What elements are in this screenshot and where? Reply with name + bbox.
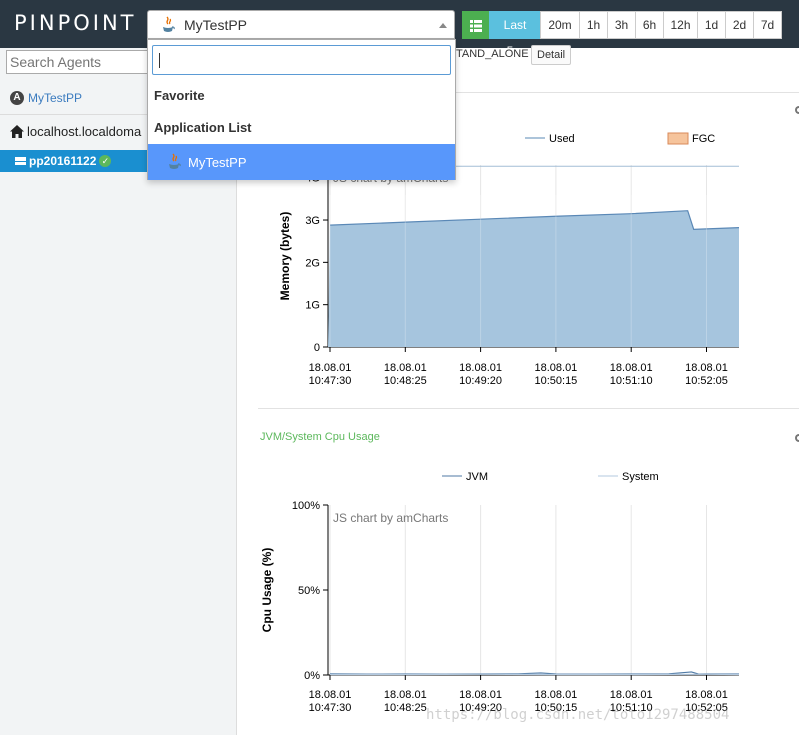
dropdown-option-label: MyTestPP xyxy=(188,154,247,170)
x-tick-label: 18.08.01 xyxy=(685,362,728,374)
chart-credit-text: JS chart by amCharts xyxy=(333,511,448,525)
watermark-text: https://blog.csdn.net/toto1297488504 xyxy=(426,707,730,723)
legend-label: Used xyxy=(549,133,575,145)
x-tick-label: 10:48:25 xyxy=(384,375,427,387)
x-tick-label: 10:47:30 xyxy=(309,702,352,714)
y-tick-label: 0 xyxy=(314,342,320,354)
x-tick-label: 18.08.01 xyxy=(610,689,653,701)
x-tick-label: 18.08.01 xyxy=(459,689,502,701)
application-dropdown: Favorite Application List MyTestPP xyxy=(147,39,456,180)
x-tick-label: 18.08.01 xyxy=(309,689,352,701)
x-tick-label: 18.08.01 xyxy=(534,362,577,374)
y-axis-title: Cpu Usage (%) xyxy=(260,548,274,633)
dropdown-option-mytestpp[interactable]: MyTestPP xyxy=(148,144,455,180)
dropdown-group-favorite: Favorite xyxy=(154,88,205,103)
series-used-area xyxy=(328,210,739,347)
y-tick-label: 50% xyxy=(298,585,320,597)
y-tick-label: 100% xyxy=(292,500,320,512)
dropdown-group-application-list: Application List xyxy=(154,120,252,135)
legend-swatch xyxy=(667,132,689,145)
x-tick-label: 10:48:25 xyxy=(384,702,427,714)
x-tick-label: 18.08.01 xyxy=(384,689,427,701)
y-tick-label: 2G xyxy=(305,257,320,269)
y-tick-label: 3G xyxy=(305,215,320,227)
x-tick-label: 18.08.01 xyxy=(610,362,653,374)
text-cursor xyxy=(159,53,160,68)
y-tick-label: 0% xyxy=(304,670,320,682)
dropdown-search-input[interactable] xyxy=(152,45,451,75)
x-tick-label: 18.08.01 xyxy=(309,362,352,374)
x-tick-label: 18.08.01 xyxy=(685,689,728,701)
x-tick-label: 18.08.01 xyxy=(459,362,502,374)
legend-label: JVM xyxy=(466,471,488,483)
x-tick-label: 18.08.01 xyxy=(534,689,577,701)
x-tick-label: 10:47:30 xyxy=(309,375,352,387)
legend-label: FGC xyxy=(692,133,715,145)
java-icon xyxy=(169,153,181,169)
legend-label: System xyxy=(622,471,659,483)
x-tick-label: 18.08.01 xyxy=(384,362,427,374)
x-tick-label: 10:50:15 xyxy=(534,375,577,387)
y-axis-title: Memory (bytes) xyxy=(278,212,292,301)
x-tick-label: 10:51:10 xyxy=(610,375,653,387)
y-tick-label: 1G xyxy=(305,300,320,312)
x-tick-label: 10:52:05 xyxy=(685,375,728,387)
x-tick-label: 10:49:20 xyxy=(459,375,502,387)
